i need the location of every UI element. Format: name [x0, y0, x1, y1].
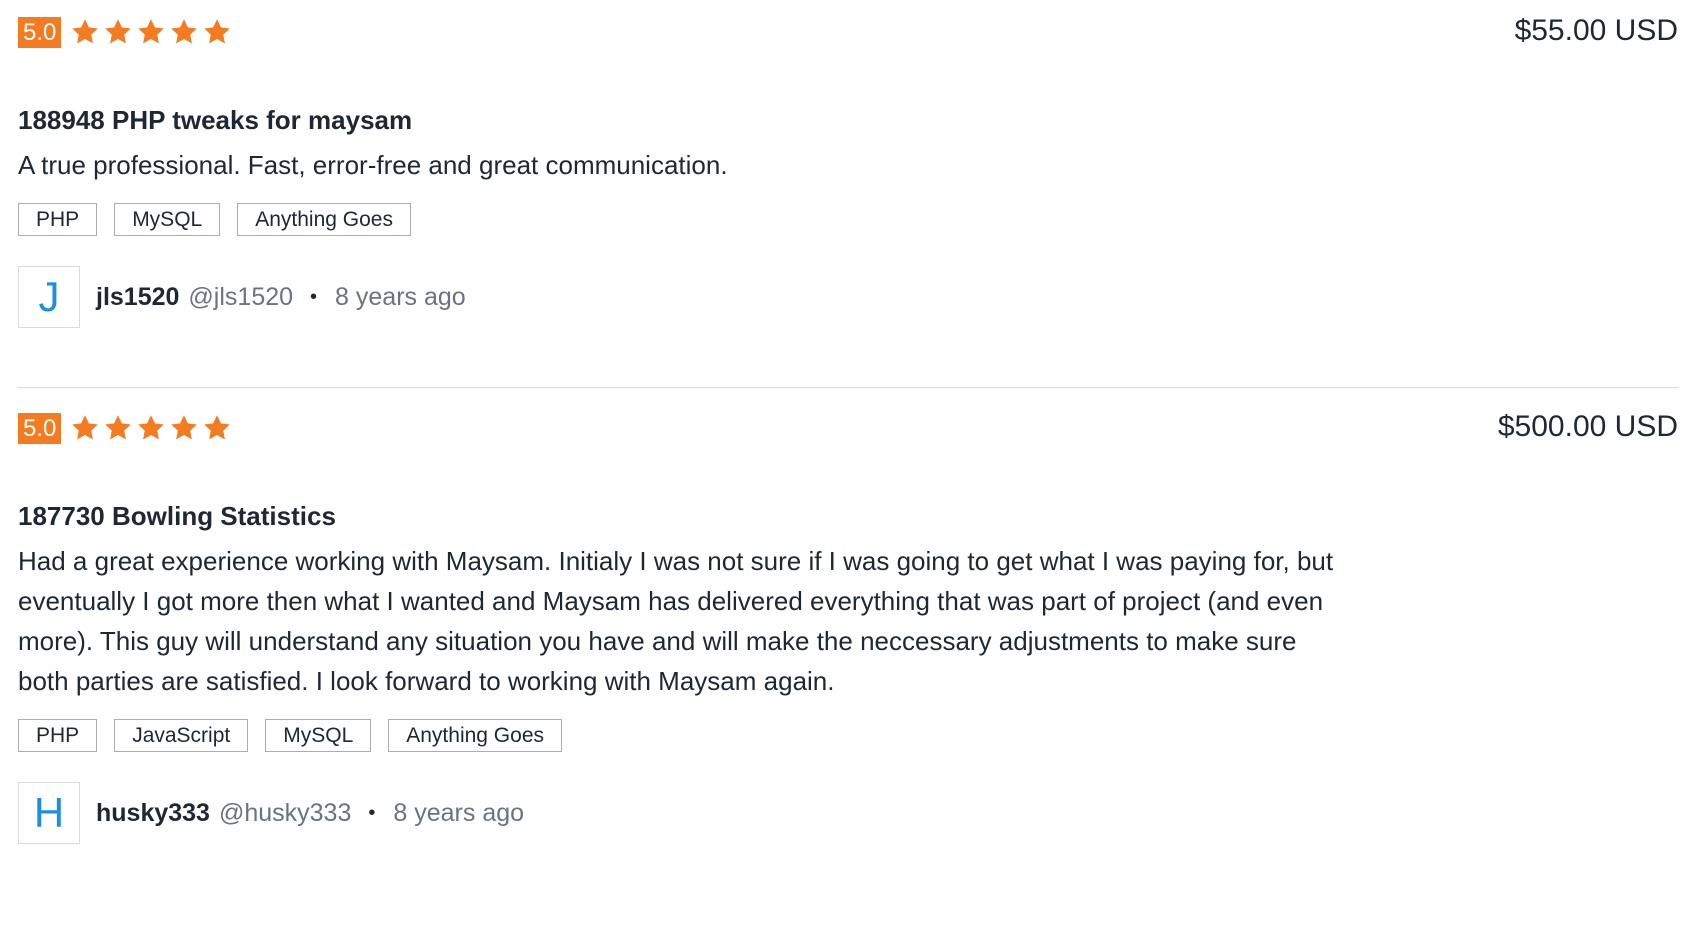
skill-tags: PHP MySQL Anything Goes: [18, 203, 1678, 236]
rating-badge: 5.0: [18, 412, 62, 444]
review-item: 5.0 $500.00 USD 187730 Bowling Statistic…: [18, 388, 1678, 926]
skill-tag[interactable]: Anything Goes: [237, 203, 411, 236]
review-time: 8 years ago: [393, 798, 525, 827]
skill-tag[interactable]: PHP: [18, 203, 98, 236]
project-price: $55.00 USD: [1514, 14, 1678, 47]
reviewer-handle: @jls1520: [188, 282, 294, 311]
reviewer-handle: @husky333: [218, 798, 352, 827]
star-icon: [105, 415, 132, 440]
star-icon: [72, 415, 99, 440]
star-icon: [105, 19, 132, 44]
review-item: 5.0 $55.00 USD 188948 PHP tweaks for may…: [18, 0, 1678, 388]
review-comment: Had a great experience working with Mays…: [18, 546, 1334, 696]
reviews-list: 5.0 $55.00 USD 188948 PHP tweaks for may…: [18, 0, 1678, 926]
skill-tag[interactable]: PHP: [18, 719, 98, 752]
skill-tag[interactable]: MySQL: [114, 203, 221, 236]
star-icon: [171, 415, 198, 440]
review-comment: A true professional. Fast, error-free an…: [18, 150, 728, 180]
avatar[interactable]: H: [18, 782, 80, 844]
skill-tag[interactable]: JavaScript: [114, 719, 249, 752]
rating-badge: 5.0: [18, 16, 62, 48]
project-title[interactable]: 187730 Bowling Statistics: [18, 499, 1678, 533]
star-icon: [72, 19, 99, 44]
reviewer-username[interactable]: husky333: [96, 799, 210, 828]
star-icon: [138, 415, 165, 440]
project-title[interactable]: 188948 PHP tweaks for maysam: [18, 103, 1678, 137]
skill-tag[interactable]: MySQL: [265, 719, 372, 752]
avatar[interactable]: J: [18, 266, 80, 328]
project-price: $500.00 USD: [1497, 410, 1678, 443]
reviewer-username[interactable]: jls1520: [96, 283, 179, 312]
star-rating: [70, 17, 232, 47]
star-icon: [204, 19, 231, 44]
rating-row: 5.0: [18, 411, 1678, 445]
skill-tag[interactable]: Anything Goes: [388, 719, 563, 752]
star-icon: [171, 19, 198, 44]
separator-dot: •: [310, 285, 318, 308]
reviewer-info: H husky333 @husky333 • 8 years ago: [18, 782, 1678, 844]
reviewer-info: J jls1520 @jls1520 • 8 years ago: [18, 266, 1678, 328]
review-time: 8 years ago: [335, 282, 466, 311]
star-rating: [70, 413, 232, 443]
rating-row: 5.0: [18, 15, 1678, 49]
separator-dot: •: [368, 801, 376, 824]
skill-tags: PHP JavaScript MySQL Anything Goes: [18, 719, 1678, 752]
star-icon: [138, 19, 165, 44]
star-icon: [204, 415, 231, 440]
